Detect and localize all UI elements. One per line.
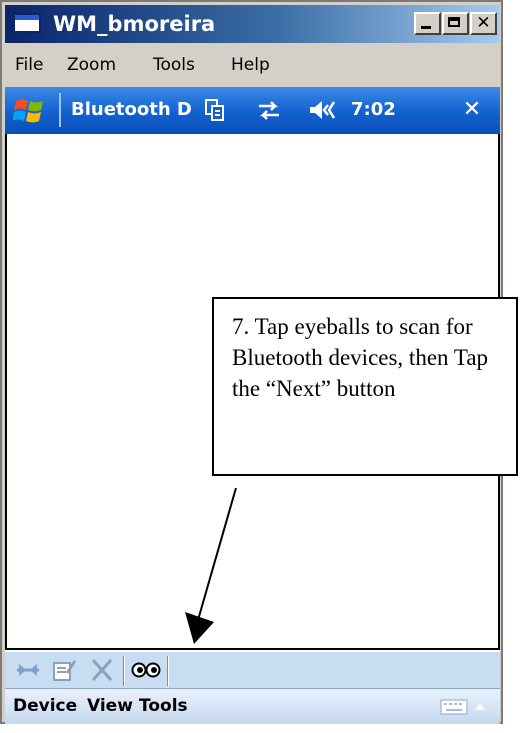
softkey-menu-bar: Device View Tools	[5, 688, 500, 724]
menu-view[interactable]: View	[87, 695, 133, 717]
close-icon: ✕	[476, 13, 491, 33]
sync-status-icon[interactable]	[203, 97, 227, 123]
callout-text: 7. Tap eyeballs to scan for Bluetooth de…	[232, 314, 489, 401]
wm-app-title: Bluetooth Devices	[71, 99, 191, 120]
title-separator	[59, 93, 61, 127]
menu-zoom[interactable]: Zoom	[67, 54, 116, 76]
discover-eyeballs-icon[interactable]	[131, 658, 161, 682]
app-window-icon	[13, 13, 41, 33]
maximize-button[interactable]	[442, 12, 469, 35]
menu-tools[interactable]: Tools	[153, 54, 195, 76]
menu-bar: File Zoom Tools Help	[5, 45, 500, 85]
command-toolbar	[5, 650, 500, 688]
chevron-up-icon[interactable]	[474, 702, 486, 712]
menu-device[interactable]: Device	[13, 695, 77, 717]
menu-file[interactable]: File	[15, 54, 43, 76]
keyboard-icon[interactable]	[440, 698, 468, 716]
windows-start-icon[interactable]	[13, 95, 45, 127]
minimize-button[interactable]	[414, 12, 441, 35]
toolbar-divider	[123, 656, 124, 686]
volume-icon[interactable]	[307, 97, 341, 123]
properties-icon[interactable]	[51, 658, 77, 682]
wm-close-button[interactable]: ✕	[453, 95, 491, 125]
delete-icon[interactable]	[89, 658, 115, 682]
clock[interactable]: 7:02	[351, 97, 396, 123]
connectivity-icon[interactable]	[255, 97, 283, 123]
instruction-callout: 7. Tap eyeballs to scan for Bluetooth de…	[212, 297, 518, 476]
menu-tools-softkey[interactable]: Tools	[139, 695, 188, 717]
window-titlebar[interactable]: WM_bmoreira ✕	[5, 5, 500, 43]
wm-title-bar: Bluetooth Devices 7:02 ✕	[5, 87, 500, 134]
menu-help[interactable]: Help	[231, 54, 270, 76]
close-window-button[interactable]: ✕	[470, 12, 497, 35]
window-title: WM_bmoreira	[53, 12, 216, 36]
toolbar-divider	[167, 656, 168, 686]
connect-icon[interactable]	[15, 658, 41, 682]
